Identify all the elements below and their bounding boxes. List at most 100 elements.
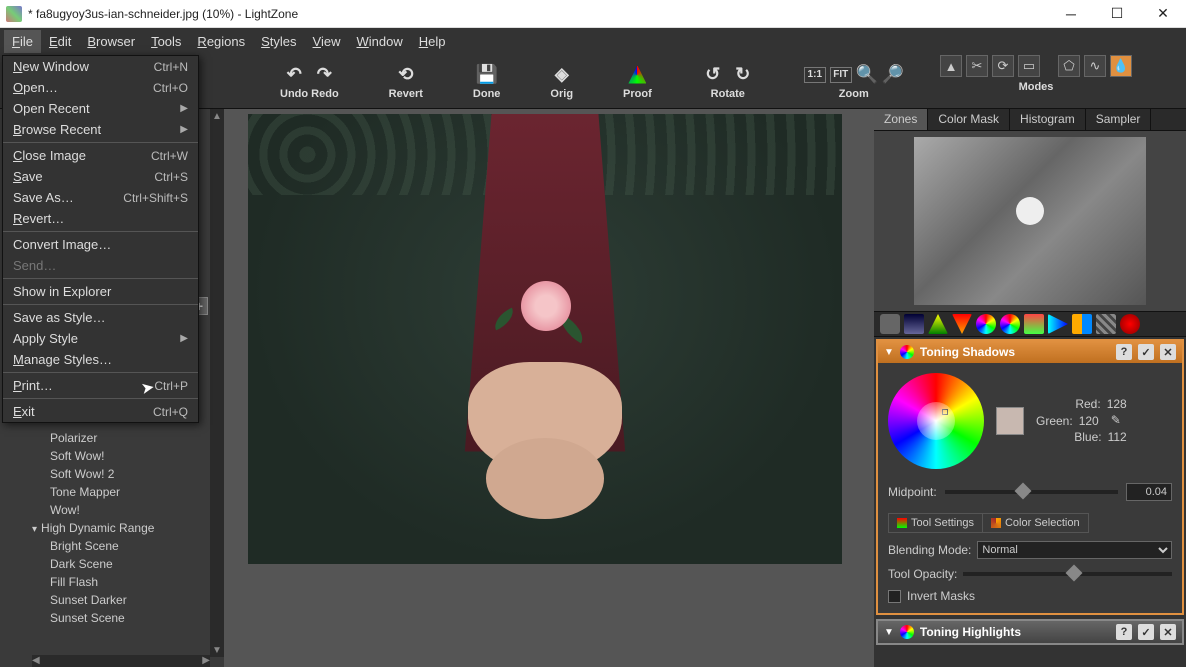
tree-item[interactable]: Wow!	[0, 501, 210, 519]
blend-label: Blending Mode:	[888, 543, 971, 557]
close-button[interactable]: ✕	[1140, 0, 1186, 28]
menu-browser[interactable]: Browser	[79, 30, 143, 53]
file-menu-item[interactable]: Save as Style…	[3, 307, 198, 328]
tool-icon[interactable]	[880, 314, 900, 334]
scroll-up-icon[interactable]: ▲	[210, 109, 224, 123]
invert-checkbox[interactable]	[888, 590, 901, 603]
menu-help[interactable]: Help	[411, 30, 454, 53]
file-menu-item[interactable]: Close ImageCtrl+W	[3, 145, 198, 166]
mode-crop-icon[interactable]: ✂	[966, 55, 988, 77]
undo-icon[interactable]: ↶	[283, 64, 305, 86]
menu-tools[interactable]: Tools	[143, 30, 189, 53]
file-menu-item[interactable]: Open Recent▶	[3, 98, 198, 119]
tree-item[interactable]: Bright Scene	[0, 537, 210, 555]
tool-icon[interactable]	[1024, 314, 1044, 334]
tree-item[interactable]: Tone Mapper	[0, 483, 210, 501]
file-menu-item[interactable]: New WindowCtrl+N	[3, 56, 198, 77]
color-swatch[interactable]	[996, 407, 1024, 435]
panel-header[interactable]: ▼ Toning Highlights ? ✓ ✕	[878, 621, 1182, 643]
tool-icon[interactable]	[1120, 314, 1140, 334]
opacity-slider[interactable]	[963, 572, 1172, 576]
file-menu-item[interactable]: Convert Image…	[3, 234, 198, 255]
tab-histogram[interactable]: Histogram	[1010, 109, 1086, 130]
mode-pointer-icon[interactable]: ▲	[940, 55, 962, 77]
zoom-in-icon[interactable]: 🔍	[856, 64, 878, 86]
file-menu-item[interactable]: Revert…	[3, 208, 198, 229]
menu-file[interactable]: File	[4, 30, 41, 53]
file-menu-item[interactable]: Open…Ctrl+O	[3, 77, 198, 98]
tree-item[interactable]: Soft Wow!	[0, 447, 210, 465]
file-menu-item[interactable]: Manage Styles…	[3, 349, 198, 370]
tab-zones[interactable]: Zones	[874, 109, 928, 130]
tree-group-hdr[interactable]: High Dynamic Range	[0, 519, 210, 537]
tree-item[interactable]: Polarizer	[0, 429, 210, 447]
tool-strip	[874, 311, 1186, 337]
tool-icon[interactable]	[976, 314, 996, 334]
close-panel-icon[interactable]: ✕	[1160, 344, 1176, 360]
tool-icon[interactable]	[1096, 314, 1116, 334]
tab-sampler[interactable]: Sampler	[1086, 109, 1152, 130]
rotate-left-icon[interactable]: ↺	[702, 64, 724, 86]
midpoint-slider[interactable]	[945, 490, 1118, 494]
file-menu-item[interactable]: Apply Style▶	[3, 328, 198, 349]
file-menu-item[interactable]: Print…Ctrl+P	[3, 375, 198, 396]
collapse-icon[interactable]: ▼	[884, 347, 894, 358]
blend-select[interactable]: Normal	[977, 541, 1172, 559]
menu-styles[interactable]: Styles	[253, 30, 304, 53]
canvas[interactable]	[224, 109, 874, 667]
tool-icon[interactable]	[1000, 314, 1020, 334]
eyedropper-icon[interactable]: ✎	[1111, 413, 1127, 429]
file-menu-item[interactable]: Browse Recent▶	[3, 119, 198, 140]
panel-header[interactable]: ▼ Toning Shadows ? ✓ ✕	[878, 341, 1182, 363]
scroll-down-icon[interactable]: ▼	[210, 643, 224, 657]
rotate-right-icon[interactable]: ↻	[732, 64, 754, 86]
subtab-color-selection[interactable]: Color Selection	[983, 514, 1088, 532]
collapse-icon[interactable]: ▼	[884, 627, 894, 638]
tree-item[interactable]: Sunset Darker	[0, 591, 210, 609]
menu-view[interactable]: View	[305, 30, 349, 53]
zoom-fit[interactable]: FIT	[830, 67, 852, 83]
minimize-button[interactable]: ─	[1048, 0, 1094, 28]
tb-proof[interactable]: Proof	[623, 64, 652, 100]
tree-item[interactable]: Fill Flash	[0, 573, 210, 591]
mode-rotate-icon[interactable]: ⟳	[992, 55, 1014, 77]
tool-icon[interactable]	[1048, 314, 1068, 334]
menu-regions[interactable]: Regions	[189, 30, 253, 53]
tb-orig[interactable]: ◈ Orig	[550, 64, 573, 100]
left-h-scrollbar[interactable]: ◀ ▶	[32, 655, 210, 667]
zoom-11[interactable]: 1:1	[804, 67, 826, 83]
tab-colormask[interactable]: Color Mask	[928, 109, 1010, 130]
zoom-out-icon[interactable]: 🔎	[882, 64, 904, 86]
file-menu-item[interactable]: Show in Explorer	[3, 281, 198, 302]
tool-icon[interactable]	[928, 314, 948, 334]
app-icon	[6, 6, 22, 22]
menu-window[interactable]: Window	[348, 30, 410, 53]
maximize-button[interactable]: ☐	[1094, 0, 1140, 28]
enable-checkbox[interactable]: ✓	[1138, 624, 1154, 640]
tree-item[interactable]: Dark Scene	[0, 555, 210, 573]
tool-icon[interactable]	[952, 314, 972, 334]
help-icon[interactable]: ?	[1116, 624, 1132, 640]
enable-checkbox[interactable]: ✓	[1138, 344, 1154, 360]
subtab-tool-settings[interactable]: Tool Settings	[889, 514, 983, 532]
file-menu-item[interactable]: Save As…Ctrl+Shift+S	[3, 187, 198, 208]
file-menu-item[interactable]: ExitCtrl+Q	[3, 401, 198, 422]
file-menu-item[interactable]: SaveCtrl+S	[3, 166, 198, 187]
mode-curve-icon[interactable]: ∿	[1084, 55, 1106, 77]
help-icon[interactable]: ?	[1116, 344, 1132, 360]
tb-revert[interactable]: ⟲ Revert	[389, 64, 423, 100]
tool-icon[interactable]	[904, 314, 924, 334]
tb-done[interactable]: 💾 Done	[473, 64, 501, 100]
tree-item[interactable]: Sunset Scene	[0, 609, 210, 627]
mode-region-icon[interactable]: ▭	[1018, 55, 1040, 77]
left-scrollbar[interactable]: ▲ ▼	[210, 109, 224, 657]
menu-edit[interactable]: Edit	[41, 30, 79, 53]
tool-icon[interactable]	[1072, 314, 1092, 334]
redo-icon[interactable]: ↷	[313, 64, 335, 86]
mode-drop-icon[interactable]: 💧	[1110, 55, 1132, 77]
tree-item[interactable]: Soft Wow! 2	[0, 465, 210, 483]
mode-polygon-icon[interactable]: ⬠	[1058, 55, 1080, 77]
close-panel-icon[interactable]: ✕	[1160, 624, 1176, 640]
color-wheel[interactable]	[888, 373, 984, 469]
midpoint-value[interactable]: 0.04	[1126, 483, 1172, 501]
